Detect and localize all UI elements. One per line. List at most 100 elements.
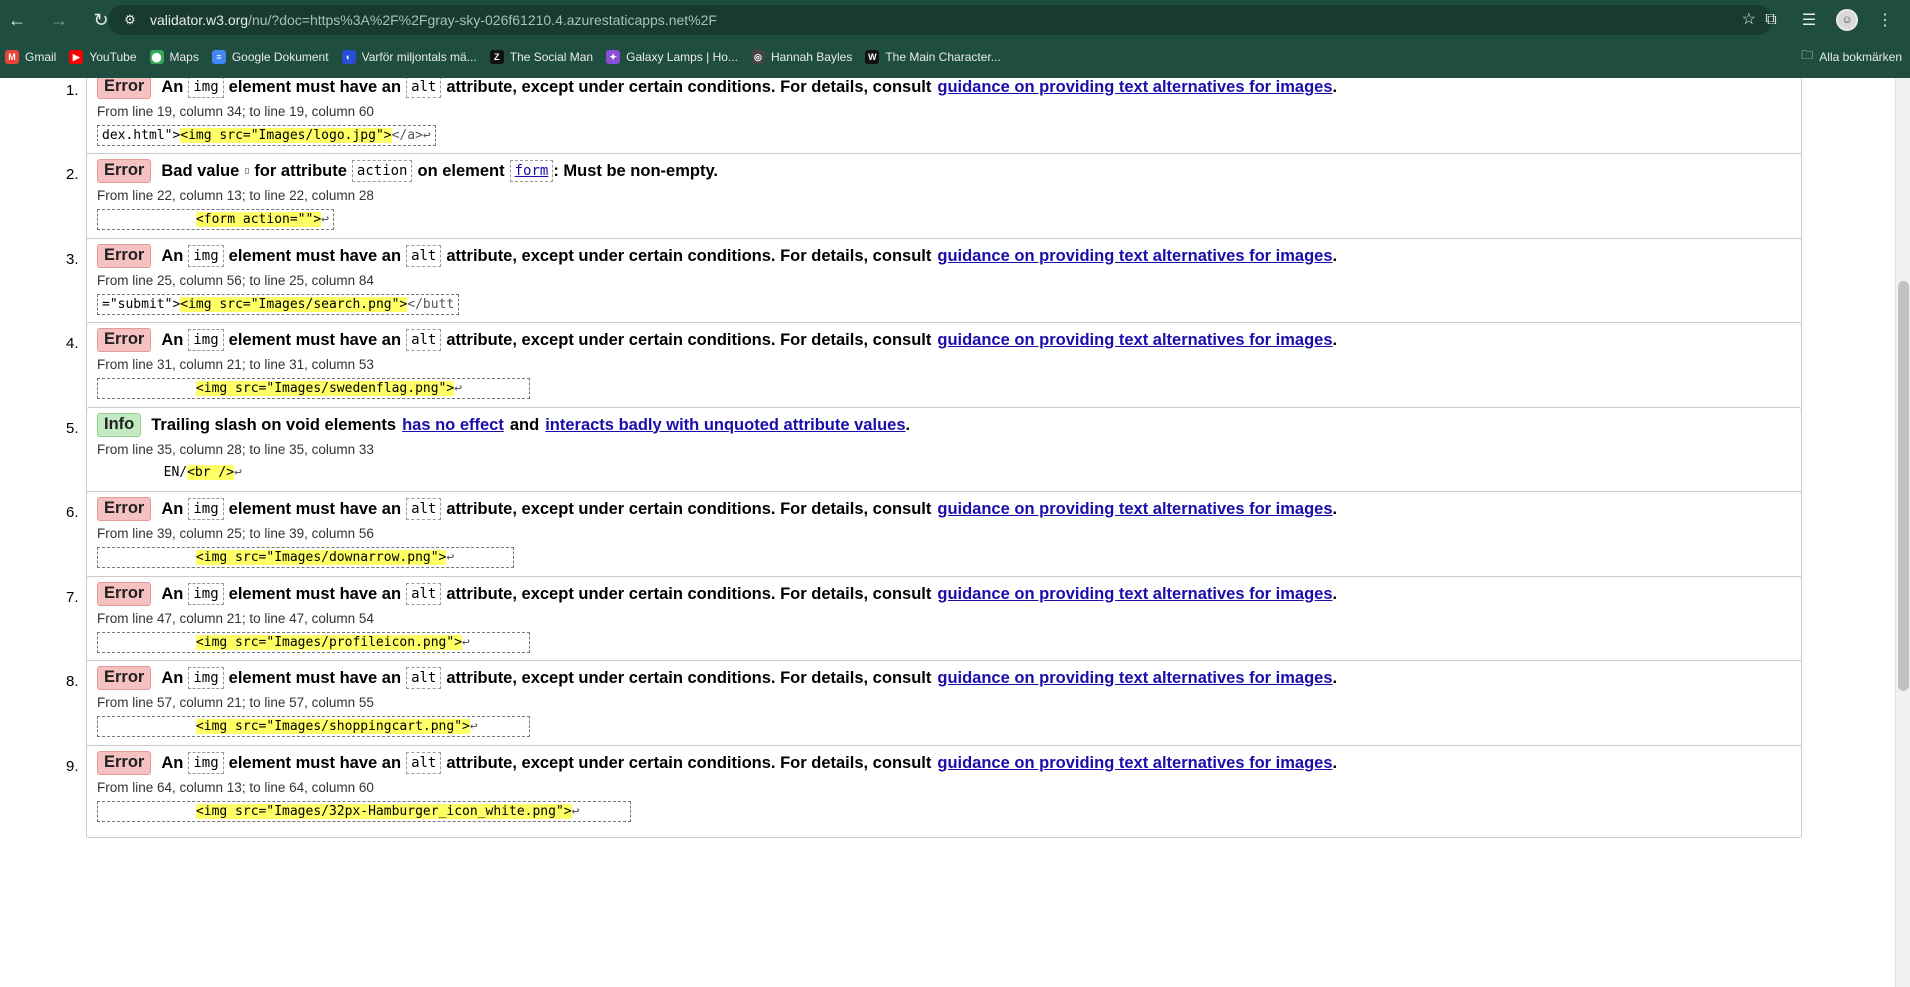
menu-kebab-icon[interactable]: ⋮: [1868, 3, 1902, 37]
message-number: 9.: [66, 758, 79, 775]
element-code: img: [188, 329, 224, 351]
message-text: element must have an: [228, 753, 402, 772]
bookmarks-bar: M Gmail ▶ YouTube ⬤ Maps ≡ Google Dokument ◐ Varf…: [0, 46, 1910, 68]
guidance-link[interactable]: guidance on providing text alternatives …: [937, 247, 1332, 266]
guidance-link[interactable]: guidance on providing text alternatives …: [937, 331, 1332, 350]
extract-highlight: <br />: [187, 465, 235, 480]
message-item: Error Bad value for attribute action on elem…: [86, 153, 1802, 246]
extract-before: dex.html">: [102, 128, 181, 143]
avatar: ☺: [1836, 9, 1858, 31]
message-text: Bad value: [161, 161, 240, 180]
element-code: img: [188, 583, 224, 605]
bookmark-item[interactable]: Z The Social Man: [485, 50, 601, 64]
message-text: An: [161, 668, 184, 687]
bookmark-item[interactable]: ⬤ Maps: [145, 50, 207, 64]
bookmark-item[interactable]: ◐ Varför miljontals mä...: [337, 50, 485, 64]
bookmark-label: YouTube: [89, 50, 137, 64]
media-controls-icon[interactable]: ☰: [1792, 3, 1826, 37]
all-bookmarks-label: Alla bokmärken: [1819, 49, 1902, 64]
message-item: Error An img element must have an alt attribu…: [86, 745, 1802, 838]
docs-icon: ≡: [211, 50, 226, 64]
message-number: 5.: [66, 420, 79, 437]
message-text: element must have an: [228, 330, 402, 349]
message-period: .: [1332, 78, 1338, 96]
message-text: element must have an: [228, 246, 402, 265]
message-number: 6.: [66, 504, 79, 521]
nav-buttons: ← → ↻: [0, 3, 118, 37]
code-extract: <img src="Images/shoppingcart.png">↩: [97, 716, 530, 737]
message-text: attribute, except under certain conditio…: [446, 668, 932, 687]
message-text: element must have an: [228, 78, 402, 96]
message-heading: Error An img element must have an alt attribu…: [97, 497, 1337, 521]
element-code: img: [188, 667, 224, 689]
attribute-code: alt: [406, 583, 442, 605]
toolbar-right: ⧉ ☰ ☺ ⋮: [1754, 3, 1910, 37]
forward-arrow-icon[interactable]: →: [42, 3, 76, 37]
message-number: 3.: [66, 251, 79, 268]
profile-avatar[interactable]: ☺: [1830, 3, 1864, 37]
extract-after: </butt: [407, 297, 455, 312]
location-text: From line 25, column 56; to line 25, col…: [97, 273, 374, 288]
attribute-code: alt: [406, 752, 442, 774]
bookmark-label: Galaxy Lamps | Ho...: [626, 50, 738, 64]
extract-after: </a>↩: [391, 128, 431, 143]
message-heading: Error An img element must have an alt attribu…: [97, 328, 1337, 352]
guidance-link[interactable]: guidance on providing text alternatives …: [937, 500, 1332, 519]
code-extract: dex.html"><img src="Images/logo.jpg"></a…: [97, 125, 436, 146]
message-text: An: [161, 499, 184, 518]
all-bookmarks-button[interactable]: 🗀 Alla bokmärken: [1801, 46, 1902, 67]
error-badge: Error: [97, 244, 152, 268]
browser-toolbar: ← → ↻ ⚙ validator.w3.org/nu/?doc=https%3…: [0, 0, 1910, 40]
message-item: Error An img element must have an alt attribu…: [86, 660, 1802, 753]
bookmark-item[interactable]: ▶ YouTube: [64, 50, 144, 64]
back-arrow-icon[interactable]: ←: [0, 3, 34, 37]
bookmark-item[interactable]: ◎ Hannah Bayles: [746, 50, 860, 64]
attribute-code: alt: [406, 667, 442, 689]
extract-before: [102, 719, 196, 734]
no-effect-link[interactable]: has no effect: [402, 416, 504, 435]
extract-highlight: <img src="Images/swedenflag.png">: [195, 381, 455, 396]
scrollbar-thumb[interactable]: [1898, 281, 1909, 691]
page-scrollbar[interactable]: [1895, 78, 1910, 987]
bookmark-item[interactable]: ≡ Google Dokument: [207, 50, 337, 64]
message-item: Error An img element must have an alt attribu…: [86, 576, 1802, 669]
error-badge: Error: [97, 666, 152, 690]
extract-after: ↩: [234, 465, 242, 480]
guidance-link[interactable]: guidance on providing text alternatives …: [937, 754, 1332, 773]
message-period: .: [1332, 753, 1338, 772]
message-text: and: [509, 415, 540, 434]
extract-highlight: <img src="Images/32px-Hamburger_icon_whi…: [195, 804, 572, 819]
message-text: element must have an: [228, 584, 402, 603]
address-bar[interactable]: ⚙ validator.w3.org/nu/?doc=https%3A%2F%2…: [108, 5, 1772, 35]
code-extract: <img src="Images/swedenflag.png">↩: [97, 378, 530, 399]
unquoted-values-link[interactable]: interacts badly with unquoted attribute …: [545, 416, 905, 435]
message-text: An: [161, 246, 184, 265]
message-number: 1.: [66, 82, 79, 99]
site-info-icon[interactable]: ⚙: [118, 8, 142, 32]
gmail-icon: M: [5, 50, 19, 64]
url-text[interactable]: validator.w3.org/nu/?doc=https%3A%2F%2Fg…: [150, 12, 717, 28]
message-text: attribute, except under certain conditio…: [446, 584, 932, 603]
bookmark-item[interactable]: W The Main Character...: [860, 50, 1008, 64]
form-element-link[interactable]: form: [509, 160, 554, 182]
bookmark-label: The Main Character...: [885, 50, 1001, 64]
message-heading: Error An img element must have an alt attribu…: [97, 666, 1337, 690]
message-heading: Error Bad value for attribute action on elem…: [97, 159, 718, 183]
message-text: element must have an: [228, 668, 402, 687]
guidance-link[interactable]: guidance on providing text alternatives …: [937, 78, 1332, 97]
attribute-code: alt: [406, 78, 442, 98]
bookmark-item[interactable]: ✦ Galaxy Lamps | Ho...: [601, 50, 746, 64]
bookmark-item[interactable]: M Gmail: [0, 50, 64, 64]
extract-before: [102, 635, 196, 650]
extract-highlight: <img src="Images/logo.jpg">: [180, 128, 392, 143]
guidance-link[interactable]: guidance on providing text alternatives …: [937, 585, 1332, 604]
message-text: on element: [417, 161, 505, 180]
guidance-link[interactable]: guidance on providing text alternatives …: [937, 669, 1332, 688]
message-text: An: [161, 753, 184, 772]
extensions-icon[interactable]: ⧉: [1754, 3, 1788, 37]
url-path: /nu/?doc=https%3A%2F%2Fgray-sky-026f6121…: [248, 12, 717, 28]
message-text: An: [161, 584, 184, 603]
message-period: .: [1332, 499, 1338, 518]
error-badge: Error: [97, 78, 152, 99]
location-text: From line 22, column 13; to line 22, col…: [97, 188, 374, 203]
